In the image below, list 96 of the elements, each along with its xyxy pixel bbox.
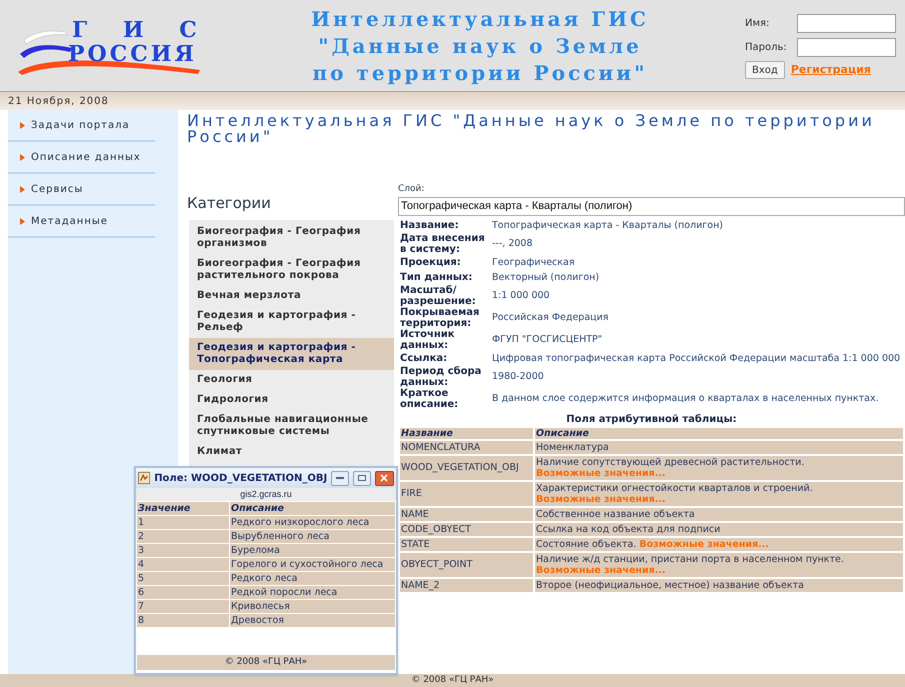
category-item[interactable]: Биогеография - География организмов bbox=[189, 222, 394, 254]
site-title: "Данные наук о Земле bbox=[318, 33, 642, 60]
bullet-icon bbox=[20, 154, 25, 160]
bullet-icon bbox=[20, 186, 25, 192]
window-icon bbox=[138, 471, 150, 485]
site-title: Интеллектуальная ГИС bbox=[311, 6, 649, 33]
sidebar-item[interactable]: Описание данных bbox=[8, 142, 155, 174]
date-text: 21 Ноября, 2008 bbox=[8, 94, 109, 108]
table-cell: 3 bbox=[137, 544, 229, 557]
address-text: gis2.gcras.ru bbox=[240, 488, 292, 501]
property-value: Топографическая карта - Кварталы (полигон) bbox=[492, 220, 724, 230]
property-value: Географическая bbox=[492, 256, 576, 268]
table-cell: 7 bbox=[137, 600, 229, 613]
field-description: Наличие ж/д станции, пристани порта в населенном пункте. bbox=[536, 554, 844, 564]
column-header: Описание bbox=[230, 502, 395, 515]
category-item[interactable]: Климат bbox=[189, 442, 394, 462]
attributes-title: Поля атрибутивной таблицы: bbox=[565, 412, 738, 426]
minimize-button[interactable] bbox=[331, 470, 349, 486]
table-cell: OBYECT_POINT bbox=[400, 552, 533, 576]
table-cell: NOMENCLATURA bbox=[400, 440, 533, 454]
field-description: Собственное название объекта bbox=[536, 508, 695, 520]
property-value: 1980-2000 bbox=[492, 371, 545, 382]
sidebar-item[interactable]: Метаданные bbox=[8, 206, 155, 238]
table-cell: Древостоя bbox=[230, 614, 395, 627]
category-item[interactable]: Геодезия и картография - Рельеф bbox=[189, 306, 394, 338]
page-heading: Интеллектуальная ГИС "Данные наук о Земле по территории России" bbox=[187, 110, 876, 145]
field-description: Характеристики огнестойкости кварталов и строений. bbox=[536, 482, 813, 494]
bullet-icon bbox=[20, 218, 25, 224]
category-item[interactable]: Биогеография - География растительного покрова bbox=[189, 254, 394, 286]
table-cell: 1 bbox=[137, 516, 229, 529]
popup-title: Поле: WOOD_VEGETATION_OBJ bbox=[154, 472, 328, 486]
table-cell: STATE bbox=[400, 538, 533, 550]
property-label: Проекция: bbox=[400, 256, 462, 268]
footer-text: © 2008 «ГЦ РАН» bbox=[411, 675, 494, 686]
categories-title: Категории bbox=[187, 193, 272, 214]
property-value: Векторный (полигон) bbox=[492, 272, 600, 282]
sidebar-item[interactable]: Сервисы bbox=[8, 174, 155, 206]
field-description: Номенклатура bbox=[536, 442, 609, 452]
login-button[interactable]: Вход bbox=[745, 61, 785, 79]
column-header: Описание bbox=[535, 428, 903, 438]
bullet-icon bbox=[20, 122, 25, 128]
table-cell: Вырубленного леса bbox=[230, 530, 395, 543]
table-cell: NAME_2 bbox=[400, 578, 533, 592]
table-cell: FIRE bbox=[400, 482, 533, 506]
table-cell: CODE_OBYECT bbox=[400, 522, 533, 536]
column-header: Название bbox=[400, 428, 533, 438]
property-value: ФГУП "ГОСГИСЦЕНТР" bbox=[492, 334, 604, 345]
name-label: Имя: bbox=[745, 16, 770, 30]
table-cell: 5 bbox=[137, 572, 229, 585]
layer-label: Слой: bbox=[398, 183, 426, 196]
category-item[interactable]: Глобальные навигационные спутниковые системы bbox=[189, 410, 394, 442]
table-cell: Редкой поросли леса bbox=[230, 586, 395, 599]
property-label: Покрываемая территория: bbox=[400, 306, 480, 328]
table-cell: WOOD_VEGETATION_OBJ bbox=[400, 456, 533, 480]
table-cell: Криволесья bbox=[230, 600, 395, 613]
table-cell: 6 bbox=[137, 586, 229, 599]
category-item[interactable]: Гидрология bbox=[189, 390, 394, 410]
property-label: Краткое описание: bbox=[400, 388, 460, 410]
password-label: Пароль: bbox=[745, 40, 788, 54]
layer-select[interactable]: Топографическая карта - Кварталы (полигон) bbox=[398, 196, 905, 216]
name-field[interactable] bbox=[797, 14, 896, 32]
table-cell: Редкого низкорослого леса bbox=[230, 516, 395, 529]
site-title: по территории России" bbox=[312, 60, 648, 87]
property-label: Дата внесения в систему: bbox=[400, 232, 486, 254]
field-description: Наличие сопутствующей древесной растительности. bbox=[536, 456, 804, 468]
property-value: Цифровая топографическая карта Российской Федерации масштаба 1:1 000 000 bbox=[492, 352, 902, 364]
property-label: Период сбора данных: bbox=[400, 366, 482, 388]
category-item[interactable]: Вечная мерзлота bbox=[189, 286, 394, 306]
table-cell: 8 bbox=[137, 614, 229, 627]
field-description: Ссылка на код объекта для подписи bbox=[536, 524, 720, 534]
property-value: ---, 2008 bbox=[492, 238, 534, 249]
property-label: Ссылка: bbox=[400, 352, 448, 364]
field-description: Состояние объекта. bbox=[536, 538, 636, 550]
password-field[interactable] bbox=[797, 38, 896, 56]
property-label: Название: bbox=[400, 220, 460, 230]
property-value: 1:1 000 000 bbox=[492, 290, 551, 301]
property-label: Масштаб/ разрешение: bbox=[400, 284, 476, 306]
table-cell: 4 bbox=[137, 558, 229, 571]
close-button[interactable] bbox=[374, 470, 394, 486]
property-label: Тип данных: bbox=[400, 272, 474, 282]
table-cell: NAME bbox=[400, 508, 533, 520]
maximize-button[interactable] bbox=[352, 470, 371, 486]
column-header: Значение bbox=[137, 502, 229, 515]
category-item[interactable]: Геодезия и картография - Топографическая карта bbox=[189, 338, 394, 370]
property-label: Источник данных: bbox=[400, 328, 455, 350]
property-value: Российская Федерация bbox=[492, 312, 610, 323]
property-value: В данном слое содержится информация о кварталах в населенных пунктах. bbox=[492, 393, 880, 404]
field-description: Второе (неофициальное, местное) название объекта bbox=[536, 580, 804, 590]
table-cell: 2 bbox=[137, 530, 229, 543]
table-cell: Бурелома bbox=[230, 544, 395, 557]
close-icon bbox=[380, 474, 388, 482]
table-cell: Редкого леса bbox=[230, 572, 395, 585]
popup-footer-text: © 2008 «ГЦ РАН» bbox=[224, 656, 308, 669]
category-item[interactable]: Геология bbox=[189, 370, 394, 390]
sidebar-item[interactable]: Задачи портала bbox=[8, 110, 155, 142]
table-cell: Горелого и сухостойного леса bbox=[230, 558, 395, 571]
